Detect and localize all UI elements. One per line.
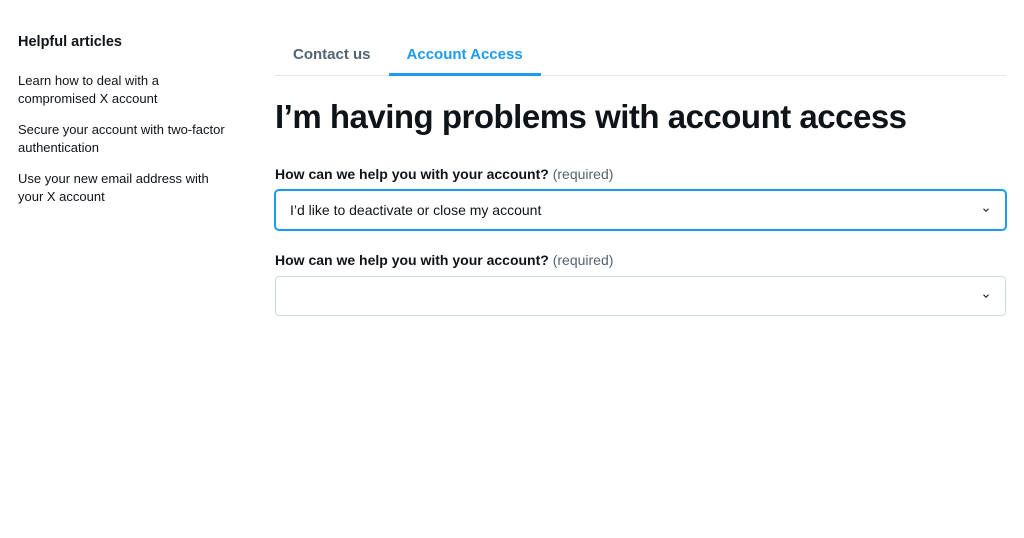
sidebar-item-label: Use your new email address with your X a… <box>18 171 209 204</box>
tab-account-access[interactable]: Account Access <box>389 36 541 75</box>
select-account-help-1[interactable]: I’d like to deactivate or close my accou… <box>275 190 1006 230</box>
chevron-down-icon <box>981 205 991 215</box>
field-group-1: How can we help you with your account? (… <box>275 166 1006 230</box>
field-group-2: How can we help you with your account? (… <box>275 252 1006 316</box>
sidebar-list: Learn how to deal with a compromised X a… <box>18 72 233 205</box>
select-value: I’d like to deactivate or close my accou… <box>290 202 541 218</box>
field-label-2: How can we help you with your account? (… <box>275 252 1006 268</box>
chevron-down-icon <box>981 291 991 301</box>
select-account-help-2[interactable] <box>275 276 1006 316</box>
sidebar-item-two-factor[interactable]: Secure your account with two-factor auth… <box>18 121 233 156</box>
field-label-text: How can we help you with your account? <box>275 166 549 182</box>
page-title: I’m having problems with account access <box>275 98 1006 136</box>
field-required-text: (required) <box>553 166 614 182</box>
sidebar-item-email[interactable]: Use your new email address with your X a… <box>18 170 233 205</box>
field-label-text: How can we help you with your account? <box>275 252 549 268</box>
tab-label: Contact us <box>293 46 371 63</box>
sidebar-item-label: Learn how to deal with a compromised X a… <box>18 73 159 106</box>
main-content: Contact us Account Access I’m having pro… <box>253 20 1006 518</box>
tab-contact-us[interactable]: Contact us <box>275 36 389 75</box>
tabs: Contact us Account Access <box>275 36 1006 76</box>
field-required-text: (required) <box>553 252 614 268</box>
field-label-1: How can we help you with your account? (… <box>275 166 1006 182</box>
sidebar-item-label: Secure your account with two-factor auth… <box>18 122 225 155</box>
tab-label: Account Access <box>407 46 523 63</box>
sidebar-title: Helpful articles <box>18 34 233 50</box>
sidebar-item-compromised[interactable]: Learn how to deal with a compromised X a… <box>18 72 233 107</box>
sidebar: Helpful articles Learn how to deal with … <box>18 20 253 518</box>
